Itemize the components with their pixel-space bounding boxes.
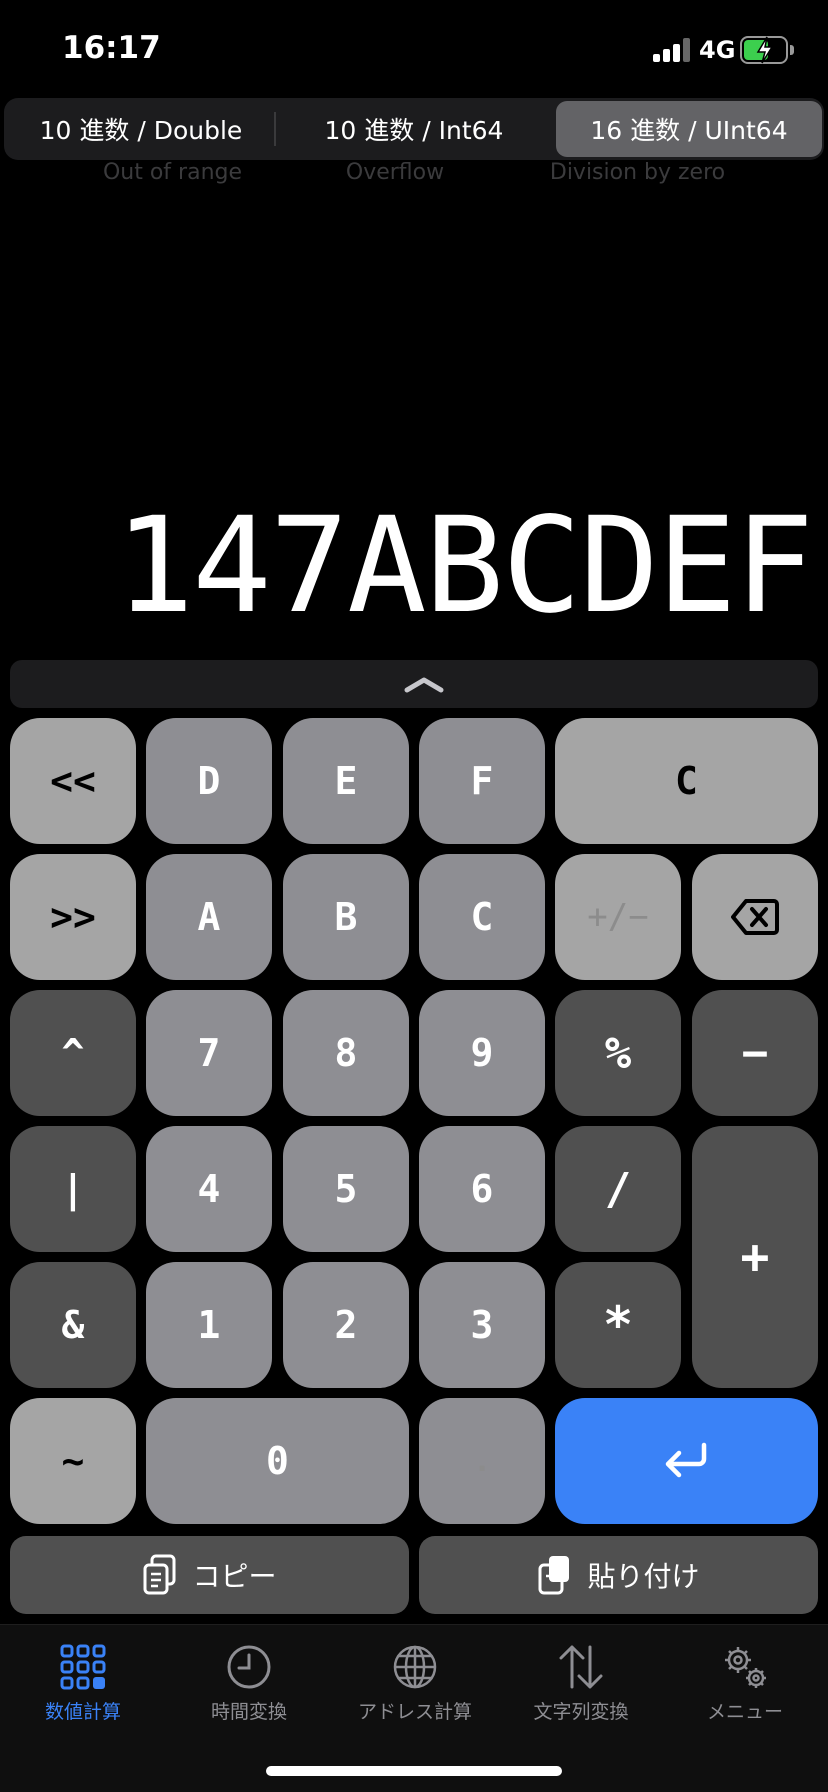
- shift-left-key[interactable]: <<: [10, 718, 136, 844]
- hex-e-key[interactable]: E: [283, 718, 409, 844]
- status-bar: 16:17 4G: [0, 0, 828, 96]
- shift-right-key[interactable]: >>: [10, 854, 136, 980]
- backspace-icon: [731, 899, 779, 935]
- digit-3-key[interactable]: 3: [419, 1262, 545, 1388]
- digit-6-key[interactable]: 6: [419, 1126, 545, 1252]
- error-out-of-range: Out of range: [102, 160, 243, 185]
- divide-key[interactable]: /: [555, 1126, 681, 1252]
- mode-segmented-control: 10 進数 / Double 10 進数 / Int64 16 進数 / UIn…: [4, 98, 824, 160]
- digit-8-key[interactable]: 8: [283, 990, 409, 1116]
- globe-icon: [393, 1645, 437, 1689]
- multiply-key[interactable]: *: [555, 1262, 681, 1388]
- tab-time-convert-label: 時間変換: [210, 1701, 287, 1723]
- arrows-updown-icon: [559, 1645, 603, 1689]
- charging-bolt-icon: [756, 36, 774, 64]
- home-indicator: [266, 1766, 562, 1776]
- tab-address-calc[interactable]: アドレス計算: [332, 1643, 498, 1724]
- digit-2-key[interactable]: 2: [283, 1262, 409, 1388]
- hex-a-key[interactable]: A: [146, 854, 272, 980]
- error-overflow: Overflow: [345, 160, 445, 185]
- tab-menu[interactable]: メニュー: [662, 1643, 828, 1724]
- paste-button[interactable]: 貼り付け: [419, 1536, 818, 1614]
- signal-strength-icon: [653, 38, 691, 62]
- and-key[interactable]: &: [10, 1262, 136, 1388]
- mode-decimal-double[interactable]: 10 進数 / Double: [6, 101, 276, 157]
- gears-icon: [725, 1647, 766, 1688]
- mode-decimal-int64[interactable]: 10 進数 / Int64: [279, 101, 549, 157]
- hex-c-key[interactable]: C: [419, 854, 545, 980]
- tab-time-convert[interactable]: 時間変換: [166, 1643, 332, 1724]
- hex-f-key[interactable]: F: [419, 718, 545, 844]
- clock-icon: [227, 1645, 271, 1689]
- modulo-key[interactable]: %: [555, 990, 681, 1116]
- return-icon: [665, 1442, 706, 1478]
- error-division-by-zero: Division by zero: [549, 160, 726, 185]
- paste-label: 貼り付け: [587, 1560, 700, 1593]
- tab-number-calc-label: 数値計算: [44, 1701, 121, 1723]
- negate-key[interactable]: +/−: [555, 854, 681, 980]
- chevron-up-icon: [404, 677, 444, 693]
- paste-icon: [538, 1556, 570, 1595]
- battery-icon: [740, 36, 794, 64]
- segment-divider: [274, 112, 276, 146]
- digit-9-key[interactable]: 9: [419, 990, 545, 1116]
- copy-icon: [143, 1554, 176, 1595]
- mode-hex-uint64[interactable]: 16 進数 / UInt64: [556, 101, 822, 157]
- tab-menu-label: メニュー: [706, 1701, 783, 1723]
- digit-5-key[interactable]: 5: [283, 1126, 409, 1252]
- digit-1-key[interactable]: 1: [146, 1262, 272, 1388]
- network-type: 4G: [699, 36, 736, 64]
- not-key[interactable]: ~: [10, 1398, 136, 1524]
- copy-button[interactable]: コピー: [10, 1536, 409, 1614]
- error-indicators: Out of range Overflow Division by zero: [0, 160, 828, 192]
- enter-key[interactable]: [555, 1398, 818, 1524]
- or-key[interactable]: |: [10, 1126, 136, 1252]
- hex-d-key[interactable]: D: [146, 718, 272, 844]
- tab-string-convert[interactable]: 文字列変換: [498, 1643, 664, 1724]
- hex-b-key[interactable]: B: [283, 854, 409, 980]
- decimal-point-key[interactable]: .: [419, 1398, 545, 1524]
- plus-key[interactable]: +: [692, 1126, 818, 1388]
- result-display: 147ABCDEF: [114, 489, 814, 643]
- tab-address-calc-label: アドレス計算: [357, 1701, 472, 1723]
- backspace-key[interactable]: [692, 854, 818, 980]
- digit-0-key[interactable]: 0: [146, 1398, 409, 1524]
- tab-string-convert-label: 文字列変換: [533, 1701, 629, 1723]
- tab-number-calc[interactable]: 数値計算: [0, 1643, 166, 1724]
- digit-7-key[interactable]: 7: [146, 990, 272, 1116]
- digit-4-key[interactable]: 4: [146, 1126, 272, 1252]
- clear-key[interactable]: C: [555, 718, 818, 844]
- keypad-toggle-bar[interactable]: [10, 660, 818, 708]
- minus-key[interactable]: −: [692, 990, 818, 1116]
- copy-label: コピー: [192, 1560, 277, 1593]
- grid-icon: [60, 1644, 106, 1690]
- xor-key[interactable]: ^: [10, 990, 136, 1116]
- status-time: 16:17: [62, 30, 161, 66]
